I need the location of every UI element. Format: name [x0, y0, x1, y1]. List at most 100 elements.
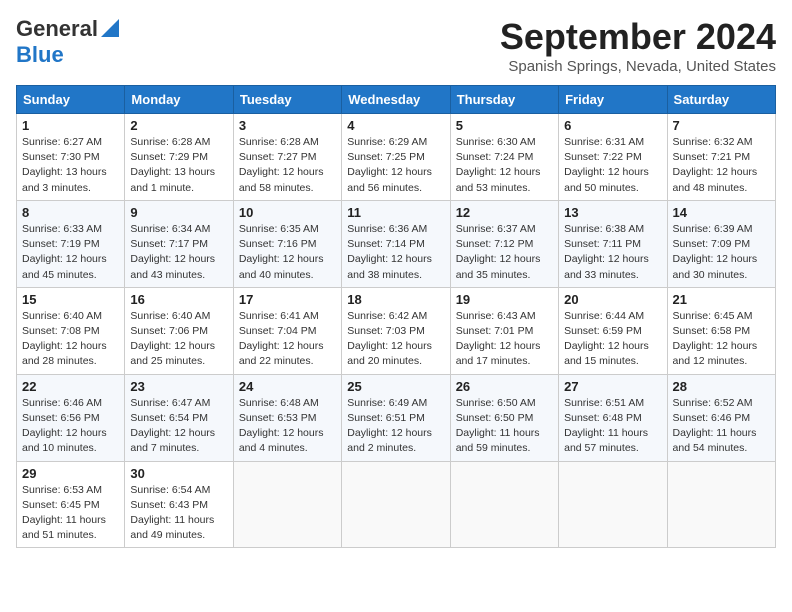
- day-number: 5: [456, 118, 553, 133]
- day-info: Sunrise: 6:40 AMSunset: 7:08 PMDaylight:…: [22, 309, 119, 370]
- calendar-cell: 7Sunrise: 6:32 AMSunset: 7:21 PMDaylight…: [667, 114, 775, 201]
- calendar-cell: 4 Sunrise: 6:29 AMSunset: 7:25 PMDaylight…: [342, 114, 450, 201]
- day-number: 12: [456, 205, 553, 220]
- day-info: Sunrise: 6:50 AMSunset: 6:50 PMDaylight:…: [456, 396, 553, 457]
- day-info: Sunrise: 6:37 AMSunset: 7:12 PMDaylight:…: [456, 222, 553, 283]
- calendar-cell: 12 Sunrise: 6:37 AMSunset: 7:12 PMDayligh…: [450, 200, 558, 287]
- calendar-cell: 24 Sunrise: 6:48 AMSunset: 6:53 PMDayligh…: [233, 374, 341, 461]
- day-info: Sunrise: 6:33 AMSunset: 7:19 PMDaylight:…: [22, 222, 119, 283]
- day-info: Sunrise: 6:35 AMSunset: 7:16 PMDaylight:…: [239, 222, 336, 283]
- calendar-cell: 5 Sunrise: 6:30 AMSunset: 7:24 PMDaylight…: [450, 114, 558, 201]
- day-number: 24: [239, 379, 336, 394]
- day-number: 30: [130, 466, 227, 481]
- week-row-2: 8 Sunrise: 6:33 AMSunset: 7:19 PMDaylight…: [17, 200, 776, 287]
- calendar-cell: 17 Sunrise: 6:41 AMSunset: 7:04 PMDayligh…: [233, 287, 341, 374]
- calendar-cell: 10 Sunrise: 6:35 AMSunset: 7:16 PMDayligh…: [233, 200, 341, 287]
- calendar-cell: 1Sunrise: 6:27 AMSunset: 7:30 PMDaylight…: [17, 114, 125, 201]
- day-number: 4: [347, 118, 444, 133]
- day-info: Sunrise: 6:28 AMSunset: 7:29 PMDaylight:…: [130, 135, 227, 196]
- day-number: 2: [130, 118, 227, 133]
- weekday-header-sunday: Sunday: [17, 86, 125, 114]
- day-number: 7: [673, 118, 770, 133]
- weekday-header-saturday: Saturday: [667, 86, 775, 114]
- day-info: Sunrise: 6:34 AMSunset: 7:17 PMDaylight:…: [130, 222, 227, 283]
- calendar-cell: 15 Sunrise: 6:40 AMSunset: 7:08 PMDayligh…: [17, 287, 125, 374]
- logo-arrow-icon: [101, 19, 119, 42]
- calendar-cell: 16 Sunrise: 6:40 AMSunset: 7:06 PMDayligh…: [125, 287, 233, 374]
- calendar-cell: [233, 461, 341, 548]
- calendar-cell: 13Sunrise: 6:38 AMSunset: 7:11 PMDayligh…: [559, 200, 667, 287]
- title-area: September 2024 Spanish Springs, Nevada, …: [500, 16, 776, 75]
- day-info: Sunrise: 6:29 AMSunset: 7:25 PMDaylight:…: [347, 135, 444, 196]
- day-info: Sunrise: 6:40 AMSunset: 7:06 PMDaylight:…: [130, 309, 227, 370]
- day-number: 18: [347, 292, 444, 307]
- calendar-cell: 27 Sunrise: 6:51 AMSunset: 6:48 PMDayligh…: [559, 374, 667, 461]
- day-info: Sunrise: 6:49 AMSunset: 6:51 PMDaylight:…: [347, 396, 444, 457]
- day-number: 10: [239, 205, 336, 220]
- calendar-cell: [559, 461, 667, 548]
- calendar-cell: 26 Sunrise: 6:50 AMSunset: 6:50 PMDayligh…: [450, 374, 558, 461]
- day-number: 15: [22, 292, 119, 307]
- calendar-cell: [667, 461, 775, 548]
- day-info: Sunrise: 6:36 AMSunset: 7:14 PMDaylight:…: [347, 222, 444, 283]
- calendar-cell: 25Sunrise: 6:49 AMSunset: 6:51 PMDayligh…: [342, 374, 450, 461]
- day-info: Sunrise: 6:48 AMSunset: 6:53 PMDaylight:…: [239, 396, 336, 457]
- day-info: Sunrise: 6:38 AMSunset: 7:11 PMDaylight:…: [564, 222, 661, 283]
- day-number: 23: [130, 379, 227, 394]
- day-number: 14: [673, 205, 770, 220]
- day-info: Sunrise: 6:53 AMSunset: 6:45 PMDaylight:…: [22, 483, 119, 544]
- calendar-cell: 9 Sunrise: 6:34 AMSunset: 7:17 PMDaylight…: [125, 200, 233, 287]
- day-number: 1: [22, 118, 119, 133]
- calendar-cell: 29Sunrise: 6:53 AMSunset: 6:45 PMDayligh…: [17, 461, 125, 548]
- day-info: Sunrise: 6:54 AMSunset: 6:43 PMDaylight:…: [130, 483, 227, 544]
- week-row-4: 22Sunrise: 6:46 AMSunset: 6:56 PMDayligh…: [17, 374, 776, 461]
- day-number: 22: [22, 379, 119, 394]
- day-number: 27: [564, 379, 661, 394]
- week-row-5: 29Sunrise: 6:53 AMSunset: 6:45 PMDayligh…: [17, 461, 776, 548]
- calendar-cell: [450, 461, 558, 548]
- day-number: 17: [239, 292, 336, 307]
- calendar-cell: [342, 461, 450, 548]
- logo-general: General: [16, 16, 98, 42]
- weekday-header-friday: Friday: [559, 86, 667, 114]
- calendar-cell: 28 Sunrise: 6:52 AMSunset: 6:46 PMDayligh…: [667, 374, 775, 461]
- calendar-cell: 30 Sunrise: 6:54 AMSunset: 6:43 PMDayligh…: [125, 461, 233, 548]
- day-info: Sunrise: 6:47 AMSunset: 6:54 PMDaylight:…: [130, 396, 227, 457]
- day-info: Sunrise: 6:31 AMSunset: 7:22 PMDaylight:…: [564, 135, 661, 196]
- calendar-cell: 11 Sunrise: 6:36 AMSunset: 7:14 PMDayligh…: [342, 200, 450, 287]
- calendar-cell: 20 Sunrise: 6:44 AMSunset: 6:59 PMDayligh…: [559, 287, 667, 374]
- day-number: 3: [239, 118, 336, 133]
- day-number: 6: [564, 118, 661, 133]
- day-info: Sunrise: 6:42 AMSunset: 7:03 PMDaylight:…: [347, 309, 444, 370]
- header: General Blue September 2024 Spanish Spri…: [16, 16, 776, 75]
- day-info: Sunrise: 6:43 AMSunset: 7:01 PMDaylight:…: [456, 309, 553, 370]
- day-number: 11: [347, 205, 444, 220]
- location: Spanish Springs, Nevada, United States: [500, 58, 776, 75]
- weekday-header-wednesday: Wednesday: [342, 86, 450, 114]
- calendar-cell: 22Sunrise: 6:46 AMSunset: 6:56 PMDayligh…: [17, 374, 125, 461]
- day-number: 19: [456, 292, 553, 307]
- day-number: 26: [456, 379, 553, 394]
- day-info: Sunrise: 6:28 AMSunset: 7:27 PMDaylight:…: [239, 135, 336, 196]
- calendar-cell: 21 Sunrise: 6:45 AMSunset: 6:58 PMDayligh…: [667, 287, 775, 374]
- day-number: 9: [130, 205, 227, 220]
- day-info: Sunrise: 6:41 AMSunset: 7:04 PMDaylight:…: [239, 309, 336, 370]
- day-info: Sunrise: 6:44 AMSunset: 6:59 PMDaylight:…: [564, 309, 661, 370]
- calendar-cell: 14 Sunrise: 6:39 AMSunset: 7:09 PMDayligh…: [667, 200, 775, 287]
- day-info: Sunrise: 6:51 AMSunset: 6:48 PMDaylight:…: [564, 396, 661, 457]
- logo-blue: Blue: [16, 42, 64, 67]
- day-number: 16: [130, 292, 227, 307]
- day-info: Sunrise: 6:45 AMSunset: 6:58 PMDaylight:…: [673, 309, 770, 370]
- day-info: Sunrise: 6:52 AMSunset: 6:46 PMDaylight:…: [673, 396, 770, 457]
- day-info: Sunrise: 6:30 AMSunset: 7:24 PMDaylight:…: [456, 135, 553, 196]
- weekday-header-thursday: Thursday: [450, 86, 558, 114]
- logo: General Blue: [16, 16, 119, 68]
- day-number: 8: [22, 205, 119, 220]
- day-info: Sunrise: 6:39 AMSunset: 7:09 PMDaylight:…: [673, 222, 770, 283]
- calendar-cell: 2 Sunrise: 6:28 AMSunset: 7:29 PMDaylight…: [125, 114, 233, 201]
- day-number: 28: [673, 379, 770, 394]
- day-number: 20: [564, 292, 661, 307]
- calendar-cell: 19 Sunrise: 6:43 AMSunset: 7:01 PMDayligh…: [450, 287, 558, 374]
- weekday-header-tuesday: Tuesday: [233, 86, 341, 114]
- day-number: 21: [673, 292, 770, 307]
